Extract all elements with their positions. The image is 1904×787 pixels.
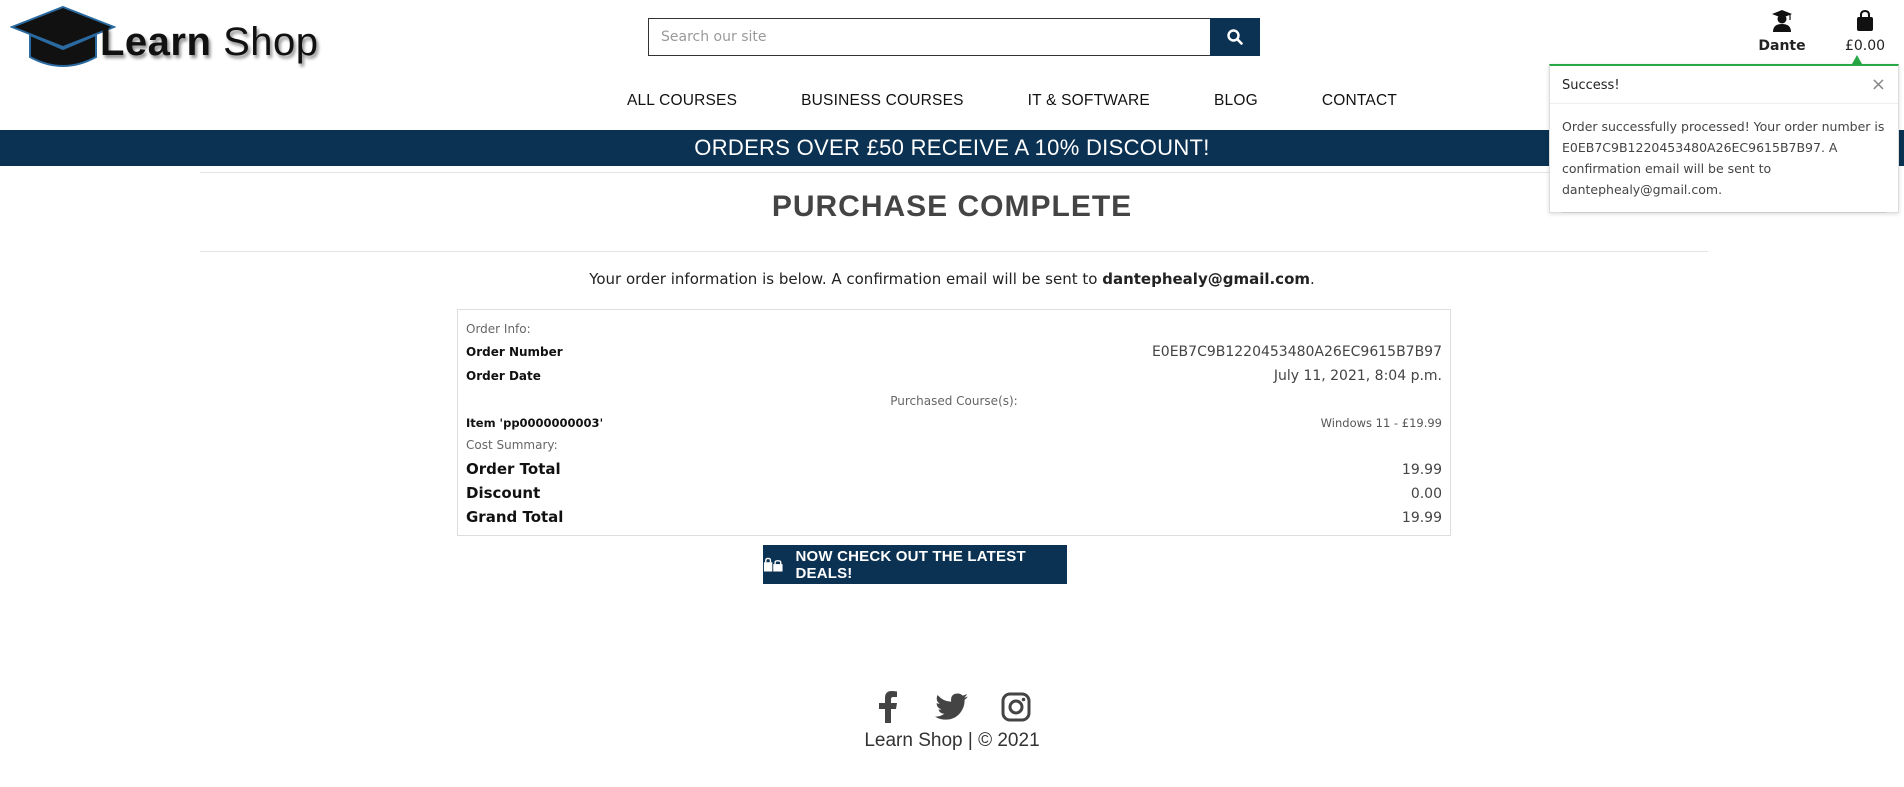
toast-divider [1562,212,1886,213]
order-date-label: Order Date [466,369,541,383]
search-form [648,18,1260,56]
order-total-value: 19.99 [1401,462,1442,478]
toast-title: Success! [1562,78,1620,93]
confirmation-email: dantephealy@gmail.com [1102,270,1311,288]
twitter-icon [935,693,968,720]
latest-deals-label: NOW CHECK OUT THE LATEST DEALS! [795,547,1026,582]
search-icon [1227,29,1243,45]
order-number-value: E0EB7C9B1220453480A26EC9615B7B97 [1151,344,1442,360]
nav-it-software[interactable]: IT & SOFTWARE [1028,92,1150,110]
item-description: Windows 11 - £19.99 [1320,416,1442,430]
facebook-icon [879,691,897,723]
divider [200,172,1708,173]
instagram-icon [1001,692,1031,722]
social-links [0,690,1904,724]
order-date-value: July 11, 2021, 8:04 p.m. [1273,368,1442,384]
order-total-label: Order Total [466,460,561,478]
account-label: Dante [1758,38,1806,54]
purchased-courses-heading: Purchased Course(s): [890,394,1018,408]
grand-total-label: Grand Total [466,508,564,526]
order-info-heading: Order Info: [466,322,531,336]
search-input[interactable] [648,18,1210,56]
grand-total-value: 19.99 [1401,510,1442,526]
toast-header: Success! × [1550,66,1898,104]
item-sku: Item 'pp0000000003' [466,416,604,430]
footer-copyright: Learn Shop | © 2021 [864,730,1040,751]
shopping-icon [763,557,783,572]
order-intro: Your order information is below. A confi… [589,270,1315,288]
user-graduate-icon [1772,10,1792,32]
nav-blog[interactable]: BLOG [1214,92,1258,110]
success-toast: Success! × Order successfully processed!… [1549,64,1899,213]
twitter-link[interactable] [935,690,969,724]
brand-name: Learn Shop [100,20,319,64]
cart-total: £0.00 [1844,38,1886,54]
instagram-link[interactable] [999,690,1033,724]
shopping-bag-icon [1857,9,1873,31]
cart-link[interactable]: £0.00 [1840,9,1890,54]
divider [200,251,1708,252]
order-summary: Order Info: Order Number E0EB7C9B1220453… [457,309,1451,536]
nav-all-courses[interactable]: ALL COURSES [627,92,737,110]
order-number-label: Order Number [466,345,563,359]
discount-label: Discount [466,484,541,502]
site-logo[interactable]: Learn Shop [10,4,318,72]
nav-contact[interactable]: CONTACT [1322,92,1397,110]
close-icon[interactable]: × [1871,76,1886,94]
account-menu[interactable]: Dante [1756,10,1808,54]
discount-value: 0.00 [1410,486,1442,502]
facebook-link[interactable] [871,690,905,724]
cost-summary-heading: Cost Summary: [466,438,558,452]
search-button[interactable] [1210,18,1260,56]
latest-deals-button[interactable]: NOW CHECK OUT THE LATEST DEALS! [763,545,1067,584]
toast-arrow [1852,55,1862,64]
toast-message: Order successfully processed! Your order… [1562,119,1885,197]
nav-business-courses[interactable]: BUSINESS COURSES [801,92,964,110]
